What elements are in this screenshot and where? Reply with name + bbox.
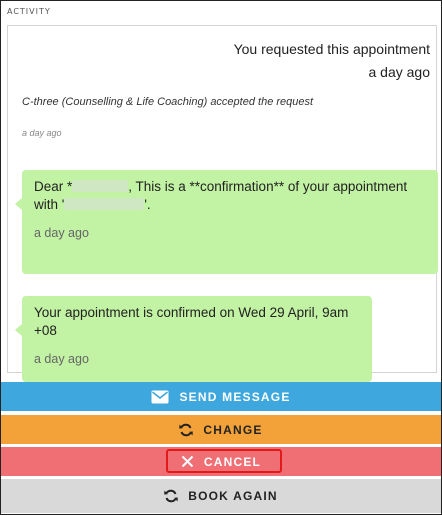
accepted-text: C-three (Counselling & Life Coaching) ac… (22, 96, 314, 108)
requested-text: You requested this appointment (233, 41, 430, 57)
message-text: Dear *, This is a **confirmation** of yo… (34, 178, 426, 214)
book-again-button[interactable]: BOOK AGAIN (1, 479, 441, 513)
change-button[interactable]: CHANGE (1, 415, 441, 444)
redacted-provider (64, 198, 145, 210)
refresh-icon (164, 489, 179, 503)
requested-time: a day ago (368, 64, 431, 80)
cancel-button[interactable]: CANCEL (1, 447, 441, 476)
book-again-label: BOOK AGAIN (188, 489, 278, 503)
message-time: a day ago (34, 352, 89, 366)
message-bubble: Dear *, This is a **confirmation** of yo… (15, 170, 438, 274)
redacted-name (72, 180, 129, 192)
message-text-end: '. (144, 197, 151, 212)
message-text-start: Dear * (34, 179, 73, 194)
accepted-time: a day ago (22, 128, 62, 138)
refresh-icon (179, 423, 194, 437)
message-time: a day ago (34, 226, 89, 240)
activity-feed[interactable]: You requested this appointment a day ago… (7, 25, 438, 382)
message-bubble: Your appointment is confirmed on Wed 29 … (15, 296, 372, 382)
message-text: Your appointment is confirmed on Wed 29 … (34, 305, 349, 338)
send-message-label: SEND MESSAGE (179, 389, 291, 404)
change-label: CHANGE (203, 422, 263, 437)
send-message-button[interactable]: SEND MESSAGE (1, 382, 441, 411)
cancel-focus-outline (166, 449, 282, 473)
activity-heading: ACTIVITY (7, 7, 51, 16)
envelope-icon (151, 390, 169, 404)
requested-entry: You requested this appointment a day ago (130, 38, 430, 84)
